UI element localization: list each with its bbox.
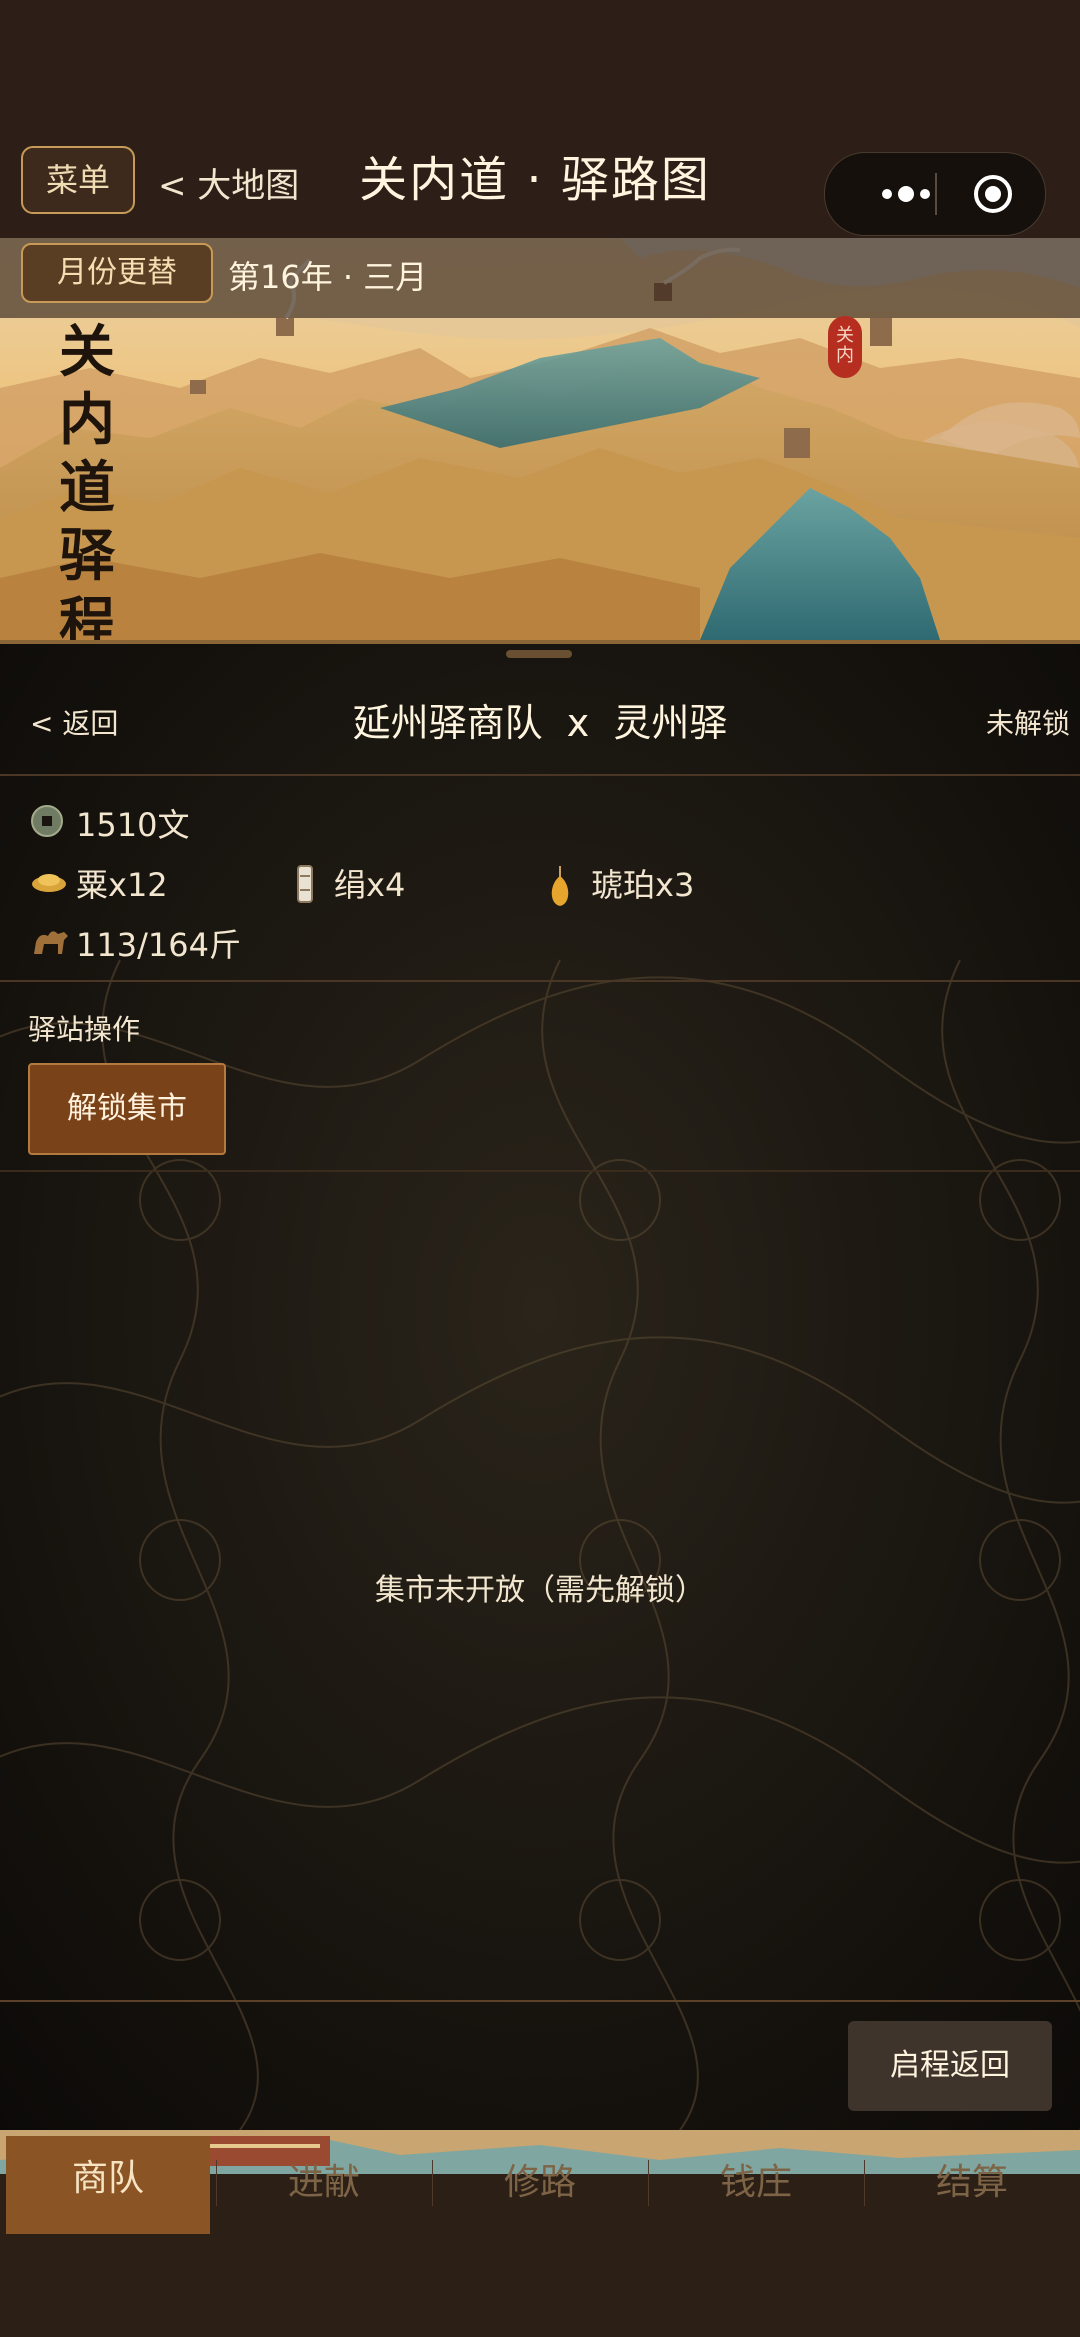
station-operations-label: 驿站操作 xyxy=(28,1013,141,1046)
miniprogram-capsule xyxy=(824,152,1046,236)
red-seal-stamp: 关内 xyxy=(828,316,862,378)
sheet-top-border xyxy=(0,640,1080,644)
tab-caravan[interactable]: 商队 xyxy=(6,2136,210,2234)
cargo-value: 113/164斤 xyxy=(76,926,241,964)
advance-month-button[interactable]: 月份更替 xyxy=(21,243,213,303)
goods-label: 琥珀x3 xyxy=(591,866,695,904)
amber-icon xyxy=(545,864,575,916)
divider xyxy=(0,774,1080,776)
tab-road-repair[interactable]: 修路 xyxy=(432,2130,648,2236)
route-title: 延州驿商队 x 灵州驿 xyxy=(352,701,728,745)
divider xyxy=(0,1170,1080,1172)
market-closed-message: 集市未开放（需先解锁） xyxy=(375,1573,705,1608)
sheet-drag-handle[interactable] xyxy=(506,650,572,658)
tab-bank[interactable]: 钱庄 xyxy=(648,2130,864,2236)
tab-separator xyxy=(864,2160,865,2206)
lock-status-badge: 未解锁 xyxy=(985,707,1070,740)
depart-return-button[interactable]: 启程返回 xyxy=(848,2021,1052,2111)
divider xyxy=(0,2000,1080,2002)
money-value: 1510文 xyxy=(76,806,190,844)
current-date: 第16年 · 三月 xyxy=(228,258,428,296)
tab-list: 商队 进献 修路 钱庄 结算 xyxy=(0,2130,1080,2236)
silk-scroll-icon xyxy=(290,864,320,912)
more-options-icon[interactable] xyxy=(855,153,965,235)
tab-separator xyxy=(432,2160,433,2206)
close-miniprogram-icon[interactable] xyxy=(973,174,1013,214)
page-title-text: 关内道 · 驿路图 xyxy=(359,152,711,208)
tab-tribute[interactable]: 进献 xyxy=(216,2130,432,2236)
tab-separator xyxy=(648,2160,649,2206)
tab-settlement[interactable]: 结算 xyxy=(864,2130,1080,2236)
unlock-market-button[interactable]: 解锁集市 xyxy=(28,1063,226,1155)
grain-icon xyxy=(30,864,68,906)
goods-label: 粟x12 xyxy=(76,866,168,904)
banner-vertical-title: 关内道驿程 xyxy=(59,319,115,657)
camel-icon xyxy=(30,924,70,966)
divider xyxy=(0,980,1080,982)
capsule-divider xyxy=(935,173,937,215)
goods-label: 绢x4 xyxy=(334,866,406,904)
tab-separator xyxy=(216,2160,217,2206)
coin-icon xyxy=(30,804,64,846)
